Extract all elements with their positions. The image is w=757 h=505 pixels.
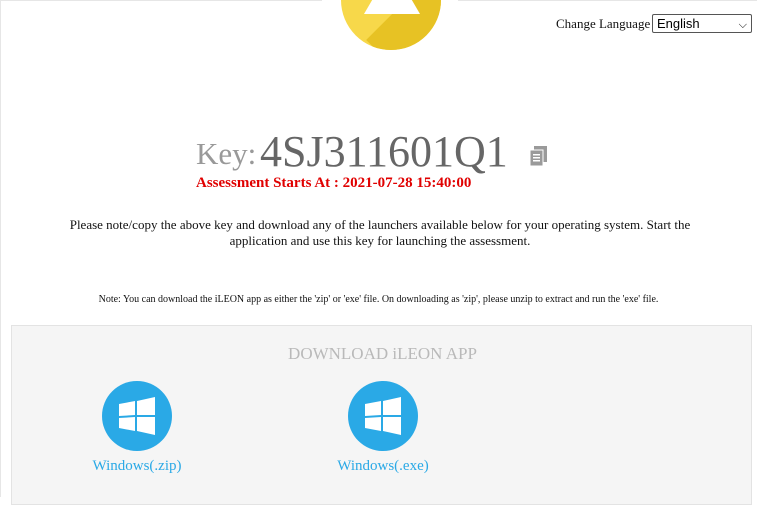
windows-zip-link[interactable]: Windows(.zip) — [67, 458, 207, 475]
download-section: DOWNLOAD iLEON APP Windows(.zip) Windows… — [11, 325, 752, 505]
change-language-label: Change Language — [556, 16, 651, 31]
warning-banner: ! — [322, 0, 458, 60]
instructions-text: Please note/copy the above key and downl… — [69, 217, 691, 248]
download-note: Note: You can download the iLEON app as … — [98, 294, 659, 305]
download-title: DOWNLOAD iLEON APP — [288, 344, 477, 363]
warning-icon: ! — [341, 0, 441, 50]
assessment-start-time: Assessment Starts At : 2021-07-28 15:40:… — [196, 175, 472, 191]
windows-exe-link[interactable]: Windows(.exe) — [313, 458, 453, 475]
chevron-down-icon: ⌵ — [738, 19, 747, 31]
key-label: Key: — [196, 136, 257, 171]
windows-icon[interactable] — [102, 381, 172, 451]
download-windows-zip[interactable]: Windows(.zip) — [67, 381, 207, 475]
windows-icon[interactable] — [348, 381, 418, 451]
exclamation-mark: ! — [385, 0, 397, 5]
key-value: 4SJ311601Q1 — [260, 127, 508, 176]
language-select[interactable]: English ⌵ — [652, 14, 752, 33]
download-windows-exe[interactable]: Windows(.exe) — [313, 381, 453, 475]
copy-icon[interactable] — [529, 146, 548, 167]
language-selected-value: English — [657, 16, 700, 31]
